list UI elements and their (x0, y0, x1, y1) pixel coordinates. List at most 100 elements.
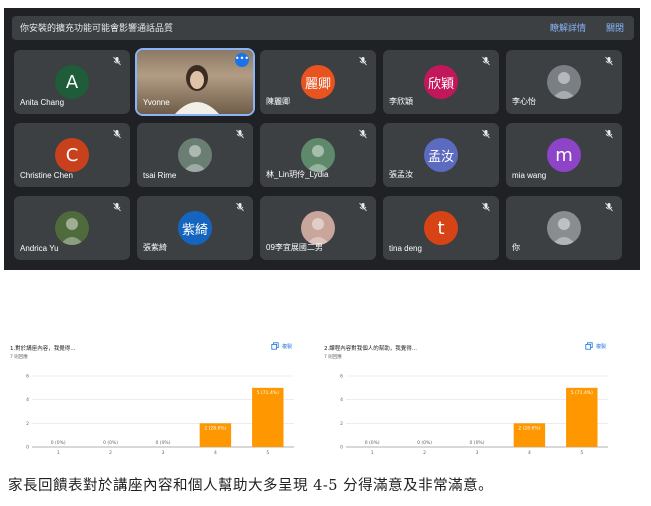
caption-text: 家長回饋表對於講座內容和個人幫助大多呈現 4-5 分得滿意及非常滿意。 (8, 478, 494, 494)
mic-off-icon (605, 129, 613, 139)
participant-tile[interactable]: C Christine Chen (14, 123, 130, 187)
avatar: C (55, 138, 89, 172)
avatar: 紫綺 (178, 211, 212, 245)
participant-name: Anita Chang (20, 98, 65, 107)
participant-name: tsai Rime (143, 171, 177, 180)
close-banner-button[interactable]: 關閉 (606, 21, 624, 34)
participant-tile[interactable]: 你 (506, 196, 622, 260)
participant-tile[interactable]: 李心怡 (506, 50, 622, 114)
mic-off-icon (605, 202, 613, 212)
data-label: 0 (0%) (103, 440, 118, 446)
participant-name: 張孟汝 (389, 170, 413, 179)
learn-more-link[interactable]: 瞭解詳情 (550, 21, 586, 34)
participant-name: 09李宜展國二男 (266, 243, 323, 252)
chart-card-question-2: 2.課程內容對我個人的幫助，我覺得... 7 則回應 複製 02460 (0%)… (318, 334, 618, 460)
participant-tile[interactable]: Andrica Yu (14, 196, 130, 260)
participant-tile[interactable]: 欣穎李欣穎 (383, 50, 499, 114)
participant-tile[interactable]: ••• Yvonne (135, 48, 255, 116)
mic-off-icon (482, 56, 490, 66)
y-tick-label: 2 (340, 421, 343, 427)
participant-name: tina deng (389, 244, 422, 253)
participant-tile[interactable]: t tina deng (383, 196, 499, 260)
x-tick-label: 5 (266, 450, 269, 456)
meet-screenshot: 你安裝的擴充功能可能會影響通話品質 瞭解詳情 關閉 A Anita Chang ••… (4, 8, 640, 270)
chart-card-question-1: 1.對於講座內容，我覺得... 7 則回應 複製 02460 (0%) 1 0 (0… (4, 334, 304, 460)
x-tick-label: 4 (528, 450, 531, 456)
bar (566, 387, 598, 447)
more-options-button[interactable]: ••• (235, 53, 249, 67)
bar-chart-2: 0 2 4 6 0 (0%) 1 0 (0%) 2 0 (0%) 3 2 (28.6%) 4 5 (71… (340, 374, 608, 456)
participant-name: Andrica Yu (20, 244, 59, 253)
data-label: 5 (71.4%) (571, 390, 593, 396)
avatar (547, 65, 581, 99)
participant-tile[interactable]: 孟汝張孟汝 (383, 123, 499, 187)
x-tick-label: 5 (580, 450, 583, 456)
extension-warning-banner: 你安裝的擴充功能可能會影響通話品質 瞭解詳情 關閉 (12, 16, 634, 40)
y-tick-label: 2 (26, 421, 29, 427)
mic-off-icon (359, 202, 367, 212)
banner-text: 你安裝的擴充功能可能會影響通話品質 (20, 24, 174, 34)
avatar: m (547, 138, 581, 172)
bar (252, 387, 284, 447)
mic-off-icon (113, 202, 121, 212)
participant-name: 林_Lin玥伶_Lydia (266, 170, 329, 179)
participant-tile[interactable]: 紫綺張紫綺 (137, 196, 253, 260)
participant-tile[interactable]: A Anita Chang (14, 50, 130, 114)
y-tick-label: 0 (340, 445, 343, 451)
avatar (301, 138, 335, 172)
participant-name: Christine Chen (20, 171, 73, 180)
avatar: 麗卿 (301, 65, 335, 99)
avatar: 欣穎 (424, 65, 458, 99)
participant-tile[interactable]: 林_Lin玥伶_Lydia (260, 123, 376, 187)
data-label: 0 (0%) (470, 440, 485, 446)
participant-name: 張紫綺 (143, 243, 167, 252)
participant-name: 李心怡 (512, 97, 536, 106)
avatar (55, 211, 89, 245)
participant-tile[interactable]: 麗卿陳麗卿 (260, 50, 376, 114)
more-dots-icon: ••• (234, 53, 250, 63)
mic-off-icon (236, 129, 244, 139)
avatar (301, 211, 335, 245)
y-tick-label: 0 (26, 445, 29, 451)
avatar (178, 138, 212, 172)
y-tick-label: 6 (340, 374, 343, 380)
mic-off-icon (359, 129, 367, 139)
participant-name: 李欣穎 (389, 97, 413, 106)
y-tick-label: 4 (340, 397, 343, 403)
mic-off-icon (605, 56, 613, 66)
participant-name: mia wang (512, 171, 547, 180)
avatar: A (55, 65, 89, 99)
mic-off-icon (482, 129, 490, 139)
profile-photo-icon (306, 218, 330, 245)
data-label: 0 (0%) (365, 440, 380, 446)
y-tick-label: 4 (26, 397, 29, 403)
participant-tile[interactable]: 09李宜展國二男 (260, 196, 376, 260)
x-tick-label: 3 (162, 450, 165, 456)
profile-photo-icon (306, 145, 330, 172)
x-tick-label: 2 (109, 450, 112, 456)
profile-photo-icon (552, 218, 576, 245)
x-tick-label: 1 (371, 450, 374, 456)
x-tick-label: 3 (476, 450, 479, 456)
participant-name: 你 (512, 243, 520, 252)
participant-name: Yvonne (143, 98, 170, 107)
mic-off-icon (482, 202, 490, 212)
mic-off-icon (113, 56, 121, 66)
avatar: t (424, 211, 458, 245)
data-label: 0 (0%) (156, 440, 171, 446)
participant-tile[interactable]: tsai Rime (137, 123, 253, 187)
avatar: 孟汝 (424, 138, 458, 172)
profile-photo-icon (552, 72, 576, 99)
mic-off-icon (359, 56, 367, 66)
data-label: 2 (28.6%) (204, 425, 226, 431)
participant-name: 陳麗卿 (266, 97, 290, 106)
profile-photo-icon (183, 145, 207, 172)
profile-photo-icon (60, 218, 84, 245)
avatar (547, 211, 581, 245)
data-label: 2 (28.6%) (518, 425, 540, 431)
participant-tile[interactable]: m mia wang (506, 123, 622, 187)
x-tick-label: 1 (57, 450, 60, 456)
x-tick-label: 2 (423, 450, 426, 456)
data-label: 5 (71.4%) (257, 390, 279, 396)
mic-off-icon (113, 129, 121, 139)
